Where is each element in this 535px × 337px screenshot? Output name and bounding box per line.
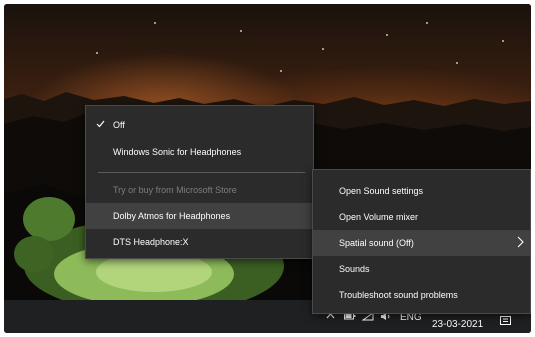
spatial-option-dts-headphone[interactable]: DTS Headphone:X — [86, 229, 313, 255]
menu-item-label: Open Sound settings — [339, 186, 424, 196]
menu-item-spatial-sound[interactable]: Spatial sound (Off) — [313, 230, 530, 256]
spatial-option-label: Off — [113, 120, 125, 130]
taskbar-date[interactable]: 23-03-2021 — [432, 319, 483, 330]
spatial-option-label: Dolby Atmos for Headphones — [113, 211, 231, 221]
spatial-option-dolby-atmos[interactable]: Dolby Atmos for Headphones — [86, 203, 313, 229]
spatial-sound-submenu: Off Windows Sonic for Headphones Try or … — [85, 105, 314, 259]
desktop: ENG 23-03-2021 Off Windows Sonic for Hea… — [4, 4, 531, 333]
chevron-right-icon — [517, 236, 524, 250]
sound-context-menu: Open Sound settings Open Volume mixer Sp… — [312, 169, 531, 314]
menu-separator — [98, 172, 305, 173]
spatial-option-label: Try or buy from Microsoft Store — [113, 185, 237, 195]
checkmark-icon — [96, 120, 105, 131]
spatial-option-off[interactable]: Off — [86, 112, 313, 138]
menu-item-open-volume-mixer[interactable]: Open Volume mixer — [313, 204, 530, 230]
menu-item-label: Open Volume mixer — [339, 212, 419, 222]
spatial-option-label: Windows Sonic for Headphones — [113, 147, 242, 157]
spatial-option-microsoft-store: Try or buy from Microsoft Store — [86, 177, 313, 203]
menu-item-open-sound-settings[interactable]: Open Sound settings — [313, 178, 530, 204]
menu-item-sounds[interactable]: Sounds — [313, 256, 530, 282]
menu-item-label: Sounds — [339, 264, 370, 274]
menu-item-label: Troubleshoot sound problems — [339, 290, 458, 300]
menu-item-troubleshoot[interactable]: Troubleshoot sound problems — [313, 282, 530, 308]
spatial-option-windows-sonic[interactable]: Windows Sonic for Headphones — [86, 139, 313, 165]
menu-item-label: Spatial sound (Off) — [339, 238, 414, 248]
notification-icon[interactable] — [500, 316, 512, 329]
spatial-option-label: DTS Headphone:X — [113, 237, 189, 247]
